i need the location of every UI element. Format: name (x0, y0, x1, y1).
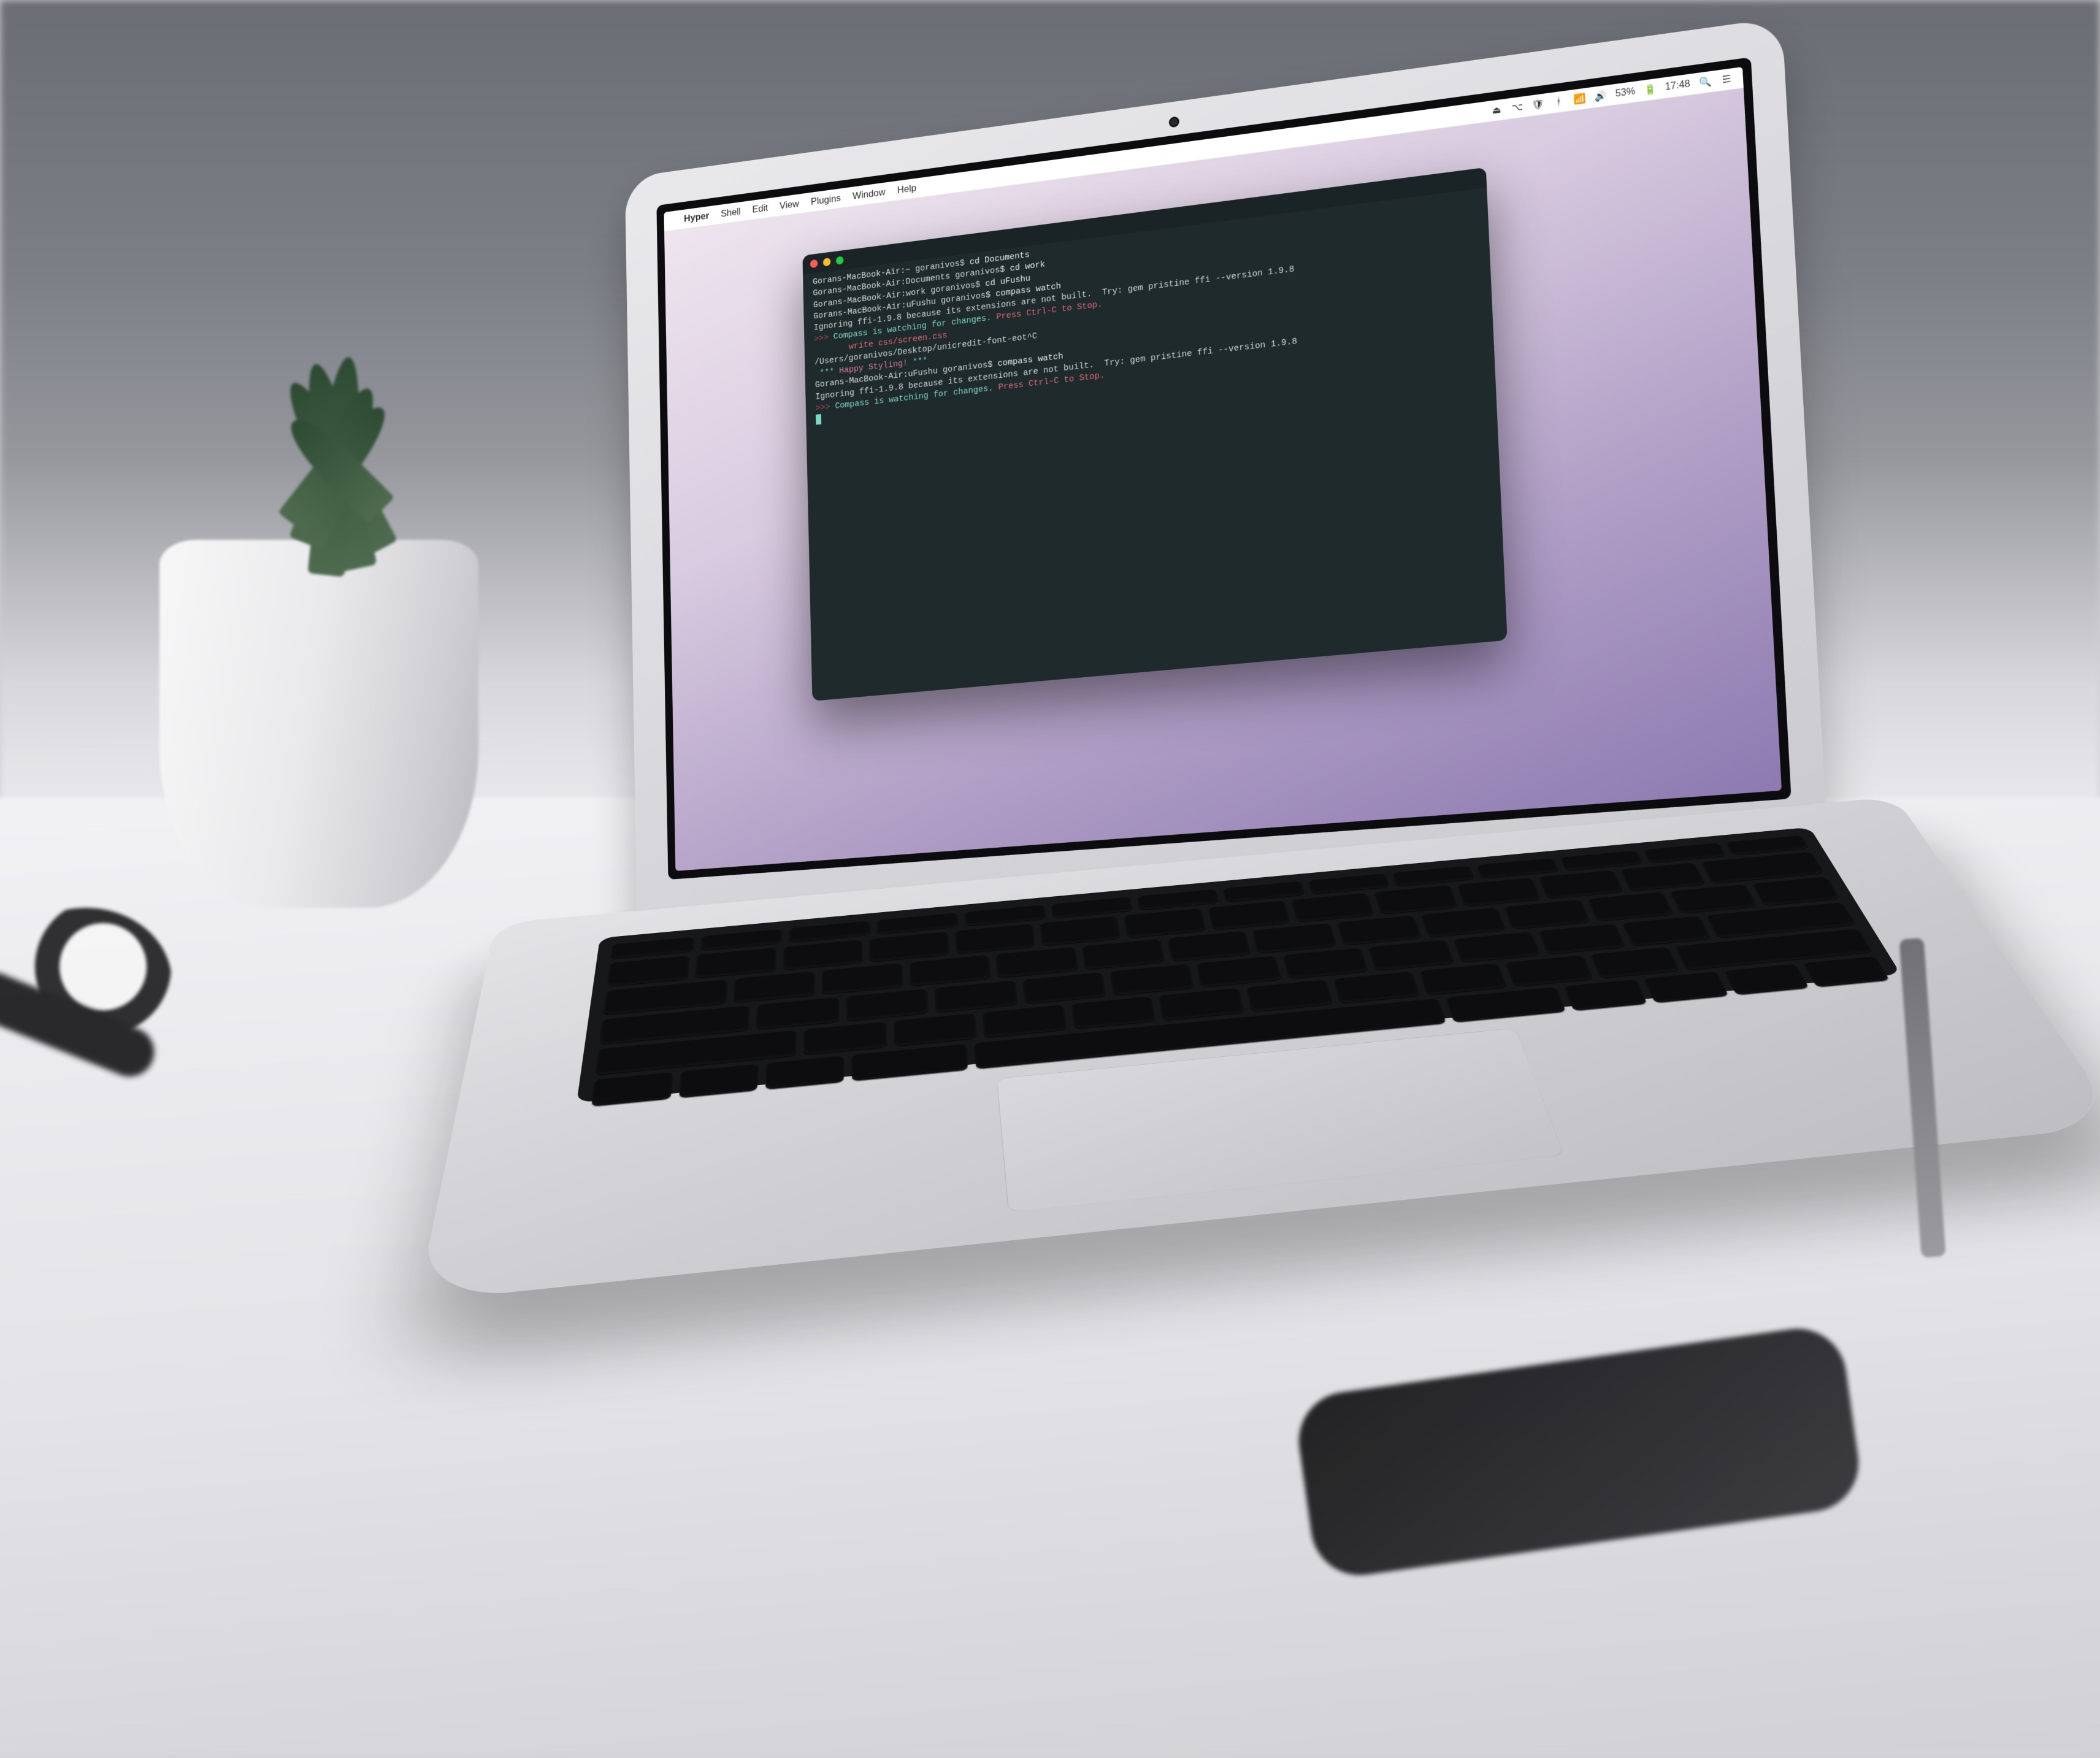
battery-icon[interactable]: 🔋 (1644, 83, 1657, 96)
wifi-icon[interactable]: 📶 (1573, 92, 1586, 106)
window-minimize-button[interactable] (823, 258, 831, 266)
spotlight-icon[interactable]: 🔍 (1699, 75, 1712, 89)
status-icon-1[interactable]: ⏏ (1490, 104, 1503, 117)
menu-edit[interactable]: Edit (752, 202, 768, 216)
window-zoom-button[interactable] (836, 256, 844, 264)
menu-shell[interactable]: Shell (721, 206, 741, 220)
menubar-clock[interactable]: 17:48 (1665, 79, 1690, 93)
succulent-plant (221, 288, 442, 595)
laptop: Hyper Shell Edit View Plugins Window Hel… (480, 50, 1936, 1448)
menu-help[interactable]: Help (897, 182, 917, 196)
volume-icon[interactable]: 🔊 (1594, 90, 1607, 103)
terminal-window[interactable]: Gorans-MacBook-Air:~ goranivos$ cd Docum… (802, 167, 1507, 701)
notification-center-icon[interactable]: ☰ (1720, 72, 1733, 86)
status-icon-3[interactable]: 🛡 (1531, 98, 1544, 112)
menu-view[interactable]: View (780, 198, 799, 212)
bluetooth-icon[interactable]: ᚼ (1552, 96, 1565, 108)
menu-plugins[interactable]: Plugins (811, 193, 841, 208)
laptop-lid: Hyper Shell Edit View Plugins Window Hel… (625, 17, 1830, 957)
terminal-output[interactable]: Gorans-MacBook-Air:~ goranivos$ cd Docum… (813, 192, 1498, 693)
menu-window[interactable]: Window (853, 186, 886, 202)
webcam-icon (1169, 116, 1179, 128)
status-icon-2[interactable]: ⌥ (1511, 101, 1524, 114)
battery-percent[interactable]: 53% (1615, 86, 1635, 100)
menubar-app-name[interactable]: Hyper (684, 210, 710, 225)
cursor-icon (816, 414, 821, 425)
desktop-screen[interactable]: Hyper Shell Edit View Plugins Window Hel… (664, 67, 1782, 871)
plant-pot (159, 540, 478, 908)
wristwatch (0, 908, 172, 1055)
screen-bezel: Hyper Shell Edit View Plugins Window Hel… (656, 57, 1791, 880)
window-close-button[interactable] (810, 259, 818, 268)
